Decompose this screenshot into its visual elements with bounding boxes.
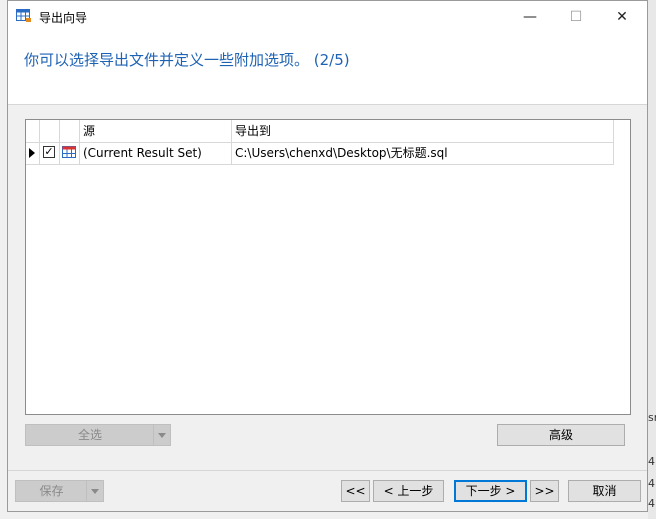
- window-title: 导出向导: [39, 11, 88, 25]
- close-icon: ✕: [616, 8, 628, 25]
- row-target-path[interactable]: C:\Users\chenxd\Desktop\无标题.sql: [232, 142, 614, 164]
- save-label: 保存: [39, 484, 64, 498]
- table-export-icon: [16, 9, 31, 22]
- step-description: 你可以选择导出文件并定义一些附加选项。 (2/5): [24, 51, 350, 69]
- grid-header: 源 导出到: [26, 120, 614, 143]
- wizard-header: 你可以选择导出文件并定义一些附加选项。 (2/5): [8, 32, 647, 105]
- cancel-button[interactable]: 取消: [568, 480, 641, 502]
- header-indicator-cell: [26, 120, 40, 142]
- background-label: 4: [648, 477, 655, 490]
- column-header-source[interactable]: 源: [80, 120, 232, 142]
- select-all-dropdown[interactable]: [153, 425, 170, 445]
- row-source[interactable]: (Current Result Set): [80, 142, 232, 164]
- last-step-button[interactable]: >>: [530, 480, 559, 502]
- background-label: sr: [648, 411, 656, 424]
- row-check-cell: ✓: [40, 142, 60, 164]
- background-app-strip: sr 4 4 4: [648, 0, 656, 519]
- minimize-icon: —: [523, 8, 537, 25]
- header-icon-cell: [60, 120, 80, 142]
- advanced-button[interactable]: 高级: [497, 424, 625, 446]
- first-step-button[interactable]: <<: [341, 480, 370, 502]
- column-header-target[interactable]: 导出到: [232, 120, 614, 142]
- row-pointer-icon: [29, 148, 35, 158]
- previous-step-button[interactable]: < 上一步: [373, 480, 444, 502]
- footer-divider: [8, 470, 647, 471]
- next-step-button[interactable]: 下一步 >: [454, 480, 527, 502]
- minimize-button[interactable]: —: [507, 1, 553, 32]
- chevron-down-icon: [91, 488, 99, 494]
- close-button[interactable]: ✕: [599, 1, 645, 32]
- row-icon-cell: [60, 142, 80, 164]
- title-bar[interactable]: 导出向导 — ☐ ✕: [8, 1, 647, 32]
- maximize-icon: ☐: [569, 8, 583, 25]
- header-check-cell: [40, 120, 60, 142]
- row-checkbox[interactable]: ✓: [43, 146, 55, 158]
- row-indicator: [26, 142, 40, 164]
- background-label: 4: [648, 455, 655, 468]
- export-file-grid[interactable]: 源 导出到 ✓ (Current Result Set) C:\Users\ch…: [25, 119, 631, 415]
- save-dropdown[interactable]: [86, 481, 103, 501]
- table-icon: [62, 146, 76, 158]
- maximize-button[interactable]: ☐: [553, 1, 599, 32]
- select-all-button[interactable]: 全选: [25, 424, 171, 446]
- export-wizard-window: 导出向导 — ☐ ✕ 你可以选择导出文件并定义一些附加选项。 (2/5) 源 导…: [7, 0, 648, 512]
- chevron-down-icon: [158, 432, 166, 438]
- select-all-label: 全选: [77, 428, 102, 442]
- table-row[interactable]: ✓ (Current Result Set) C:\Users\chenxd\D…: [26, 142, 614, 165]
- save-button[interactable]: 保存: [15, 480, 104, 502]
- background-label: 4: [648, 497, 655, 510]
